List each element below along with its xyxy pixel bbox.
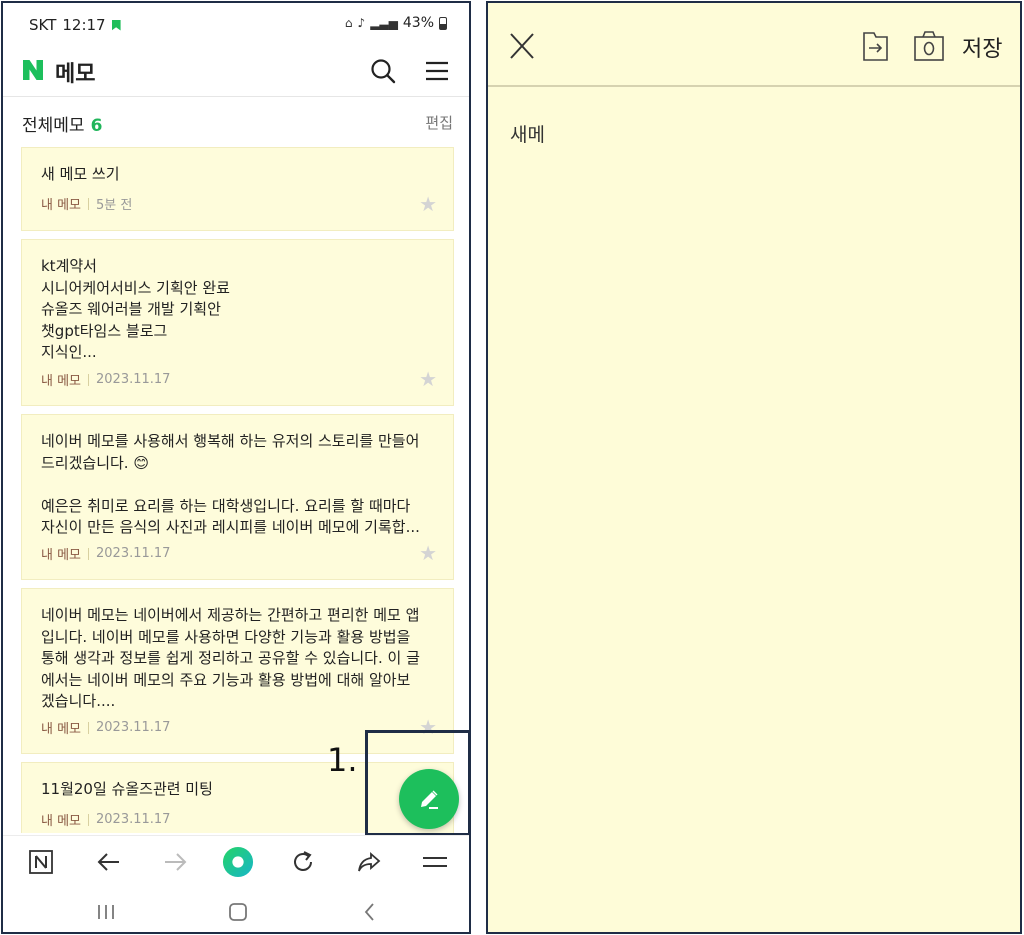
green-dot-button[interactable] (222, 846, 254, 878)
battery-percent: 43% (402, 15, 434, 31)
recent-apps-icon (98, 905, 114, 919)
home-icon (229, 903, 247, 921)
memo-date: 2023.11.17 (96, 812, 171, 827)
carrier-label: SKT (29, 16, 57, 34)
export-icon[interactable] (860, 29, 890, 63)
editor-toolbar: 저장 (488, 3, 1020, 87)
refresh-button[interactable] (287, 846, 319, 878)
naver-n-box-icon (29, 850, 53, 874)
naver-home-button[interactable] (25, 846, 57, 878)
status-bar: SKT 12:17 ⌂ ♪ ▂▃▅ 43% (3, 3, 469, 45)
list-header: 전체메모 6 편집 (3, 99, 469, 143)
double-line-menu-icon (423, 857, 447, 867)
naver-n-icon (23, 60, 43, 80)
memo-body: 네이버 메모를 사용해서 행복해 하는 유저의 스토리를 만들어 드리겠습니다.… (41, 432, 420, 536)
memo-owner: 내 메모 (41, 198, 82, 213)
camera-icon[interactable] (912, 29, 946, 63)
memo-meta: 내 메모 2023.11.17 (41, 544, 170, 563)
memo-list-screen: SKT 12:17 ⌂ ♪ ▂▃▅ 43% 메모 전체메모 6 편집 새 메모 … (1, 1, 471, 934)
memo-meta: 내 메모 5분 전 (41, 194, 132, 213)
recent-apps-button[interactable] (93, 899, 119, 925)
home-button[interactable] (225, 899, 251, 925)
back-arrow-icon (97, 853, 119, 871)
notification-flag-icon (111, 19, 121, 31)
lock-icon: ⌂ (344, 16, 353, 30)
memo-owner: 내 메모 (41, 722, 82, 737)
mute-icon: ♪ (357, 16, 366, 30)
app-title: 메모 (55, 62, 96, 87)
all-memos-label: 전체메모 (22, 116, 85, 136)
app-header: 메모 (3, 45, 469, 97)
search-icon[interactable] (369, 57, 397, 85)
memo-owner: 내 메모 (41, 548, 82, 563)
star-icon[interactable]: ★ (419, 367, 437, 391)
memo-meta: 내 메모 2023.11.17 (41, 370, 170, 389)
divider (88, 373, 90, 386)
divider (88, 813, 90, 826)
memo-body: 네이버 메모는 네이버에서 제공하는 간편하고 편리한 메모 앱 입니다. 네이… (41, 606, 420, 710)
memo-meta: 내 메모 2023.11.17 (41, 718, 170, 737)
green-dot-icon (222, 846, 254, 878)
signal-icon: ▂▃▅ (370, 16, 398, 30)
battery-icon (439, 16, 447, 30)
divider (88, 721, 90, 734)
browser-toolbar (3, 835, 469, 889)
star-icon[interactable]: ★ (419, 192, 437, 216)
all-memos-title: 전체메모 6 (22, 111, 102, 136)
star-icon[interactable]: ★ (419, 541, 437, 565)
divider (88, 197, 90, 210)
memo-date: 2023.11.17 (96, 720, 171, 735)
memo-body: 새 메모 쓰기 (41, 165, 120, 183)
edit-button[interactable]: 편집 (425, 112, 453, 133)
share-button[interactable] (353, 846, 385, 878)
close-icon[interactable] (508, 31, 536, 61)
step-annotation: 1. (327, 741, 358, 779)
browser-menu-button[interactable] (419, 846, 451, 878)
memo-body: 11월20일 슈올즈관련 미팅 (41, 780, 213, 798)
new-memo-button[interactable] (399, 769, 459, 829)
pencil-icon (421, 790, 438, 809)
save-button[interactable]: 저장 (962, 31, 1002, 63)
forward-button[interactable] (159, 846, 191, 878)
memo-meta: 내 메모 2023.11.17 (41, 810, 170, 829)
share-icon (358, 852, 381, 872)
chevron-left-icon (364, 903, 374, 921)
memo-card[interactable]: 새 메모 쓰기 내 메모 5분 전 ★ (21, 147, 454, 231)
divider (88, 547, 90, 560)
back-button[interactable] (93, 846, 125, 878)
memo-editor-screen: 저장 새메 (486, 1, 1022, 934)
memo-card[interactable]: 네이버 메모를 사용해서 행복해 하는 유저의 스토리를 만들어 드리겠습니다.… (21, 414, 454, 580)
memo-body: kt계약서 시니어케어서비스 기획안 완료 슈올즈 웨어러블 개발 기획안 챗g… (41, 257, 230, 361)
system-back-button[interactable] (357, 899, 383, 925)
refresh-icon (294, 851, 312, 871)
memo-date: 2023.11.17 (96, 546, 171, 561)
memo-text-area[interactable]: 새메 (510, 120, 545, 147)
forward-arrow-icon (165, 853, 187, 871)
memo-count: 6 (90, 116, 103, 136)
memo-card[interactable]: kt계약서 시니어케어서비스 기획안 완료 슈올즈 웨어러블 개발 기획안 챗g… (21, 239, 454, 406)
memo-owner: 내 메모 (41, 814, 82, 829)
memo-date: 5분 전 (96, 198, 133, 213)
clock: 12:17 (62, 16, 106, 34)
system-navigation-bar (3, 889, 469, 932)
memo-owner: 내 메모 (41, 374, 82, 389)
memo-date: 2023.11.17 (96, 372, 171, 387)
hamburger-menu-icon[interactable] (423, 57, 451, 85)
